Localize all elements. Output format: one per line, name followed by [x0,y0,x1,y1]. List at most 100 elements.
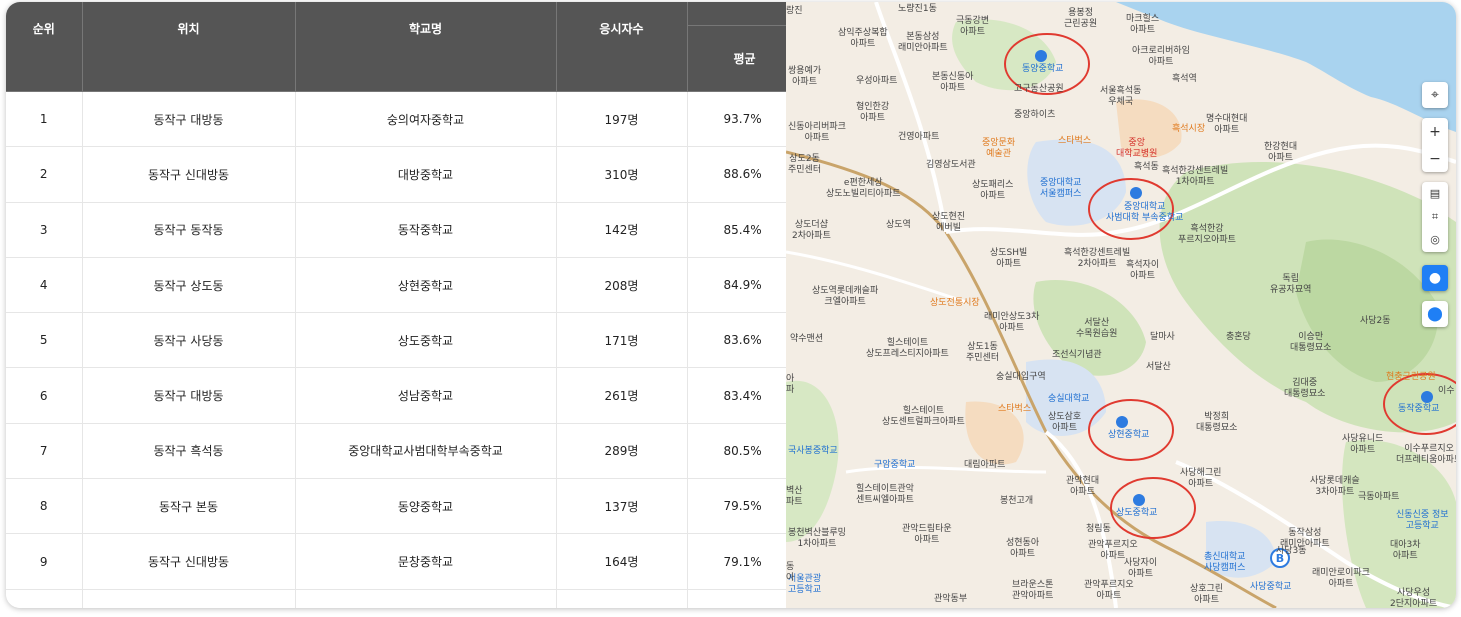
map-label-seodalsan[interactable]: 서달산 수목원습원 [1076,318,1117,340]
map-label-josinsik[interactable]: 조선식기념관 [1052,350,1102,361]
map-label-left_i[interactable]: 동 아 [786,562,794,584]
map-label-raemian_sangdo3[interactable]: 래미안상도3차 아파트 [984,312,1039,334]
map-label-gwanak_hyundai[interactable]: 관악현대 아파트 [1066,476,1099,498]
map-label-gimyoung[interactable]: 김영삼도서관 [926,160,976,171]
map-label-geonyoung[interactable]: 건영아파트 [898,132,939,143]
school-pin-sangdo[interactable] [1133,494,1145,506]
map-label-daerim[interactable]: 대림아파트 [964,460,1005,471]
place-pin-button[interactable]: ⬤ [1422,301,1448,327]
map-label-jungang_heights[interactable]: 중앙하이츠 [1014,110,1055,121]
school-pin-cau[interactable] [1130,187,1142,199]
map-label-sinbongchang[interactable]: 신동신중 정보 고등학교 [1396,510,1449,532]
map-label-parkjeonghee[interactable]: 박정희 대통령묘소 [1196,412,1237,434]
map-label-sadang_hyundai[interactable]: 사당해그린 아파트 [1180,468,1221,490]
map-label-hills_centre[interactable]: 힐스테이트 상도센트럴파크아파트 [882,406,965,428]
map-label-bondong_samsung[interactable]: 본동삼성 래미안아파트 [898,32,948,54]
map-label-brownstone[interactable]: 브라운스톤 관악아파트 [1012,580,1053,602]
map-label-seongheon[interactable]: 성현동아 아파트 [1006,538,1039,560]
map-label-jungang_hospital[interactable]: 중앙 대학교병원 [1116,138,1157,160]
school-pin-dongjak[interactable] [1421,391,1433,403]
map-label-sangdo1[interactable]: 상도1동 주민센터 [966,342,999,364]
map-label-goguryeo[interactable]: 고구동산공원 [1014,84,1064,95]
map-label-isu_prime[interactable]: 이수푸르지오 더프레티움아파트 [1396,444,1456,466]
map-label-isungman[interactable]: 이승만 대통령묘소 [1290,332,1331,354]
map-label-sangdo_paris[interactable]: 상도패리스 아파트 [972,180,1013,202]
map-label-chongsin[interactable]: 총신대학교 사당캠퍼스 [1204,552,1245,574]
map-label-chunghyeondang[interactable]: 충혼당 [1226,332,1251,343]
map-label-kimdaejung[interactable]: 김대중 대통령묘소 [1284,378,1325,400]
map-label-seoul_heukseok[interactable]: 서울흑석동 우체국 [1100,86,1141,108]
map-label-cau_seoul[interactable]: 중앙대학교 서울캠퍼스 [1040,178,1081,200]
map-label-hangang_hyundai[interactable]: 한강현대 아파트 [1264,142,1297,164]
map-label-yaksu[interactable]: 약수맨션 [790,334,823,345]
map-label-useong[interactable]: 우성아파트 [856,76,897,87]
map-label-bongcheon_byeoksan[interactable]: 봉천벽산블루밍 1차아파트 [788,528,846,550]
map-school-label[interactable]: 동작중학교 [1398,404,1439,415]
map-label-geukdong_apt[interactable]: 극동아파트 [1358,492,1399,503]
school-pin-sanghyeon[interactable] [1116,416,1128,428]
map-label-heukseok_hangang_pu[interactable]: 흑석한강 푸르지오아파트 [1178,224,1236,246]
map-label-heukseok_dong[interactable]: 흑석동 [1134,162,1159,173]
map-label-doklip[interactable]: 독립 유공자묘역 [1270,274,1311,296]
map-label-sangdo_hyundai[interactable]: 상도현진 에버빌 [932,212,965,234]
map-label-heukseok_market[interactable]: 흑석시장 [1172,124,1205,135]
compass-icon[interactable]: ◎ [1430,232,1440,248]
map-label-dongjak_left[interactable]: 아 파 [786,374,794,396]
map-label-hills_state[interactable]: 힐스테이트 상도프레스티지아파트 [866,338,949,360]
map-label-heukseok_hangang[interactable]: 흑석한강센트레빌 1차아파트 [1162,166,1228,188]
map-label-gukdong[interactable]: 극동강변 아파트 [956,16,989,38]
map-label-heukseok_centre2[interactable]: 흑석한강센트레빌 2차아파트 [1064,248,1130,270]
map-label-noryang_left[interactable]: 랑진 [786,6,803,17]
map-label-noryangjin1[interactable]: 노량진1동 [898,4,937,15]
map-label-yongbong[interactable]: 용봉정 근린공원 [1064,8,1097,30]
locate-button[interactable]: ⌖ [1422,82,1448,108]
layer-icon[interactable]: ▤ [1430,186,1440,202]
map-label-heukseok_station[interactable]: 흑석역 [1172,74,1197,85]
distance-icon[interactable]: ⌗ [1432,209,1438,225]
map-label-sangdo2[interactable]: 상도2동 주민센터 [788,154,821,176]
map-label-sadang_unidu[interactable]: 사당유니드 아파트 [1342,434,1383,456]
map-label-sangdo_lotte[interactable]: 상도역롯데캐슬파 크엘아파트 [812,286,878,308]
map-label-acro[interactable]: 아크로리버하임 아파트 [1132,46,1190,68]
school-pin-dongyang[interactable] [1035,50,1047,62]
map-label-sangdo_sh[interactable]: 상도SH빌 아파트 [990,248,1027,270]
map-label-samik[interactable]: 삼익주상복합 아파트 [838,28,888,50]
map-school-label[interactable]: 상현중학교 [1108,430,1149,441]
map-panel[interactable]: B 노량진1동 랑진 극동강변 아파트 용봉정 근린공원 마크힐스 아파트 삼익주상복합 … [786,2,1456,608]
map-label-bongcheon[interactable]: 봉천고개 [1000,496,1033,507]
map-label-sangho_green[interactable]: 상호그린 아파트 [1190,584,1223,606]
map-label-dalmasa[interactable]: 달마사 [1150,332,1175,343]
zoom-out-icon[interactable]: − [1429,151,1441,167]
map-label-starbucks1[interactable]: 스타벅스 [1058,136,1091,147]
map-label-guksabong[interactable]: 국사봉중학교 [788,446,838,457]
map-label-starbucks2[interactable]: 스타벅스 [998,404,1031,415]
map-label-hyeongin[interactable]: 형인한강 아파트 [856,102,889,124]
current-location-toggle[interactable]: ● [1422,265,1448,291]
map-label-gwanak_drim[interactable]: 관악드림타운 아파트 [902,524,952,546]
map-school-label[interactable]: 동양중학교 [1022,64,1063,75]
map-label-sadang_station_lotte[interactable]: 사당롯데캐슬 3차아파트 [1310,476,1360,498]
map-label-hyeonchung[interactable]: 현충근린공원 [1386,372,1436,383]
map-label-heukseok_xi[interactable]: 흑석자이 아파트 [1126,260,1159,282]
map-label-jungang_culture[interactable]: 중앙문화 예술관 [982,138,1015,160]
map-label-sadang3[interactable]: 사당3동 [1276,546,1307,557]
map-label-seodalsan2[interactable]: 서달산 [1146,362,1171,373]
map-label-bukseong[interactable]: 벽산 파트 [786,486,803,508]
map-label-sindongari[interactable]: 신동아리버파크 아파트 [788,122,846,144]
map-label-sadang_xi[interactable]: 사당자이 아파트 [1124,558,1157,580]
map-label-sadang_school[interactable]: 사당중학교 [1250,582,1291,593]
map-label-isu2[interactable]: 이수 [1438,386,1455,397]
map-school-label[interactable]: 중앙대학교 사범대학 부속중학교 [1106,202,1183,224]
map-label-myeongsu[interactable]: 명수대현대 아파트 [1206,114,1247,136]
map-label-sadang2[interactable]: 사당2동 [1360,316,1391,327]
map-label-gwanak_dongbu[interactable]: 관악동부 [934,594,967,605]
map-label-sungsil_univ[interactable]: 숭실대학교 [1048,394,1089,405]
map-label-sangdo_station[interactable]: 상도역 [886,220,911,231]
map-label-bondong_sindong[interactable]: 본동신동아 아파트 [932,72,973,94]
zoom-in-icon[interactable]: + [1429,124,1441,140]
map-label-sangdo_deoshap[interactable]: 상도더샵 2차아파트 [792,220,831,242]
map-label-sangdo_samho[interactable]: 상도삼호 아파트 [1048,412,1081,434]
map-label-sungsil_station[interactable]: 숭실대입구역 [996,372,1046,383]
map-label-guam[interactable]: 구암중학교 [874,460,915,471]
map-school-label[interactable]: 상도중학교 [1116,508,1157,519]
